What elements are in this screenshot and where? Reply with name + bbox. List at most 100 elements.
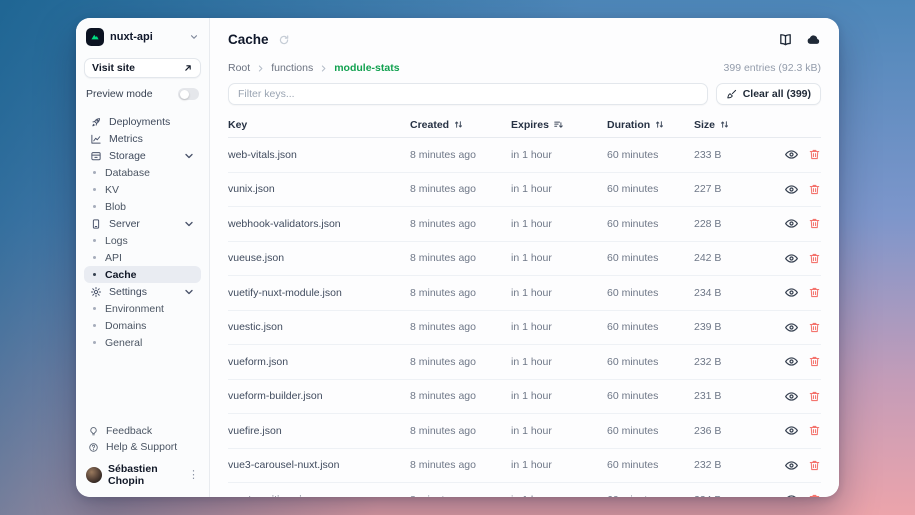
row-actions xyxy=(769,492,821,497)
sidebar-subitem-label: Blob xyxy=(105,201,126,213)
clear-all-button[interactable]: Clear all (399) xyxy=(716,83,821,105)
row-actions xyxy=(769,320,821,335)
sidebar-item-blob[interactable]: Blob xyxy=(84,198,201,215)
table-row: webhook-validators.json8 minutes agoin 1… xyxy=(228,207,821,242)
table-row: vue3-carousel-nuxt.json8 minutes agoin 1… xyxy=(228,449,821,484)
bullet-dot xyxy=(93,239,96,242)
cell-created: 8 minutes ago xyxy=(410,356,511,368)
sidebar-item-api[interactable]: API xyxy=(84,249,201,266)
table-header-row: KeyCreated Expires DurationSize xyxy=(228,112,821,138)
eye-icon[interactable] xyxy=(784,285,799,300)
cell-created: 8 minutes ago xyxy=(410,425,511,437)
cell-size: 227 B xyxy=(694,183,769,195)
visit-site-label: Visit site xyxy=(92,62,135,74)
chart-icon xyxy=(90,133,102,145)
trash-icon[interactable] xyxy=(808,252,821,265)
page-title: Cache xyxy=(228,32,269,47)
sidebar-item-storage[interactable]: Storage xyxy=(84,147,201,164)
eye-icon[interactable] xyxy=(784,320,799,335)
eye-icon[interactable] xyxy=(784,389,799,404)
eye-icon[interactable] xyxy=(784,492,799,497)
cell-duration: 60 minutes xyxy=(607,218,694,230)
trash-icon[interactable] xyxy=(808,459,821,472)
table-body: web-vitals.json8 minutes agoin 1 hour60 … xyxy=(228,138,821,497)
eye-icon[interactable] xyxy=(784,216,799,231)
sidebar-item-settings[interactable]: Settings xyxy=(84,283,201,300)
column-header-duration[interactable]: Duration xyxy=(607,119,694,131)
cell-duration: 60 minutes xyxy=(607,183,694,195)
rocket-icon xyxy=(90,116,102,128)
trash-icon[interactable] xyxy=(808,355,821,368)
breadcrumb-root[interactable]: Root xyxy=(228,62,250,74)
project-name: nuxt-api xyxy=(110,31,183,43)
row-actions xyxy=(769,354,821,369)
preview-mode-toggle[interactable] xyxy=(178,88,199,100)
column-header-created[interactable]: Created xyxy=(410,119,511,131)
eye-icon[interactable] xyxy=(784,458,799,473)
sidebar-subitem-label: KV xyxy=(105,184,119,196)
column-label: Created xyxy=(410,119,449,131)
row-actions xyxy=(769,389,821,404)
trash-icon[interactable] xyxy=(808,493,821,497)
cell-created: 8 minutes ago xyxy=(410,218,511,230)
cell-expires: in 1 hour xyxy=(511,356,607,368)
sidebar-subitem-label: General xyxy=(105,337,142,349)
breadcrumb-module-stats[interactable]: module-stats xyxy=(334,62,399,74)
eye-icon[interactable] xyxy=(784,354,799,369)
avatar xyxy=(86,467,102,483)
sidebar-item-deployments[interactable]: Deployments xyxy=(84,113,201,130)
visit-site-button[interactable]: Visit site xyxy=(84,58,201,78)
table-row: vuetify-nuxt-module.json8 minutes agoin … xyxy=(228,276,821,311)
column-header-expires[interactable]: Expires xyxy=(511,119,607,131)
sidebar-footer-help-support[interactable]: Help & Support xyxy=(84,439,201,455)
sidebar-item-kv[interactable]: KV xyxy=(84,181,201,198)
user-name: Sébastien Chopin xyxy=(108,463,182,487)
sidebar-item-metrics[interactable]: Metrics xyxy=(84,130,201,147)
cell-size: 232 B xyxy=(694,459,769,471)
user-menu[interactable]: Sébastien Chopin ⋮ xyxy=(84,461,201,489)
sidebar-item-environment[interactable]: Environment xyxy=(84,300,201,317)
filter-keys-input[interactable] xyxy=(228,83,708,105)
book-open-icon[interactable] xyxy=(778,32,793,47)
trash-icon[interactable] xyxy=(808,424,821,437)
eye-icon[interactable] xyxy=(784,182,799,197)
refresh-icon[interactable] xyxy=(278,34,290,46)
sidebar-item-logs[interactable]: Logs xyxy=(84,232,201,249)
trash-icon[interactable] xyxy=(808,286,821,299)
cloud-icon[interactable] xyxy=(806,32,821,47)
column-header-size[interactable]: Size xyxy=(694,119,769,131)
trash-icon[interactable] xyxy=(808,321,821,334)
cell-created: 8 minutes ago xyxy=(410,149,511,161)
cell-created: 8 minutes ago xyxy=(410,321,511,333)
breadcrumb-functions[interactable]: functions xyxy=(271,62,313,74)
broom-icon xyxy=(726,88,738,100)
eye-icon[interactable] xyxy=(784,147,799,162)
help-circle-icon xyxy=(88,442,99,453)
cell-duration: 60 minutes xyxy=(607,356,694,368)
cell-size: 228 B xyxy=(694,218,769,230)
cell-key: vue-transitions.json xyxy=(228,494,410,497)
cell-key: vueform.json xyxy=(228,356,410,368)
trash-icon[interactable] xyxy=(808,148,821,161)
sidebar-item-general[interactable]: General xyxy=(84,334,201,351)
sidebar-item-domains[interactable]: Domains xyxy=(84,317,201,334)
kebab-menu-icon[interactable]: ⋮ xyxy=(188,470,199,481)
column-header-key: Key xyxy=(228,119,410,131)
sidebar-footer-feedback[interactable]: Feedback xyxy=(84,423,201,439)
cell-duration: 60 minutes xyxy=(607,287,694,299)
cell-expires: in 1 hour xyxy=(511,183,607,195)
cell-duration: 60 minutes xyxy=(607,425,694,437)
sidebar-item-cache[interactable]: Cache xyxy=(84,266,201,283)
trash-icon[interactable] xyxy=(808,217,821,230)
eye-icon[interactable] xyxy=(784,251,799,266)
sidebar-item-server[interactable]: Server xyxy=(84,215,201,232)
project-selector[interactable]: nuxt-api xyxy=(84,26,201,46)
sidebar-nav: DeploymentsMetricsStorageDatabase KV Blob S… xyxy=(84,113,201,351)
main-content: Cache Root functions module-st xyxy=(210,18,839,497)
eye-icon[interactable] xyxy=(784,423,799,438)
trash-icon[interactable] xyxy=(808,183,821,196)
cell-key: vunix.json xyxy=(228,183,410,195)
sidebar-item-database[interactable]: Database xyxy=(84,164,201,181)
column-label: Expires xyxy=(511,119,549,131)
trash-icon[interactable] xyxy=(808,390,821,403)
